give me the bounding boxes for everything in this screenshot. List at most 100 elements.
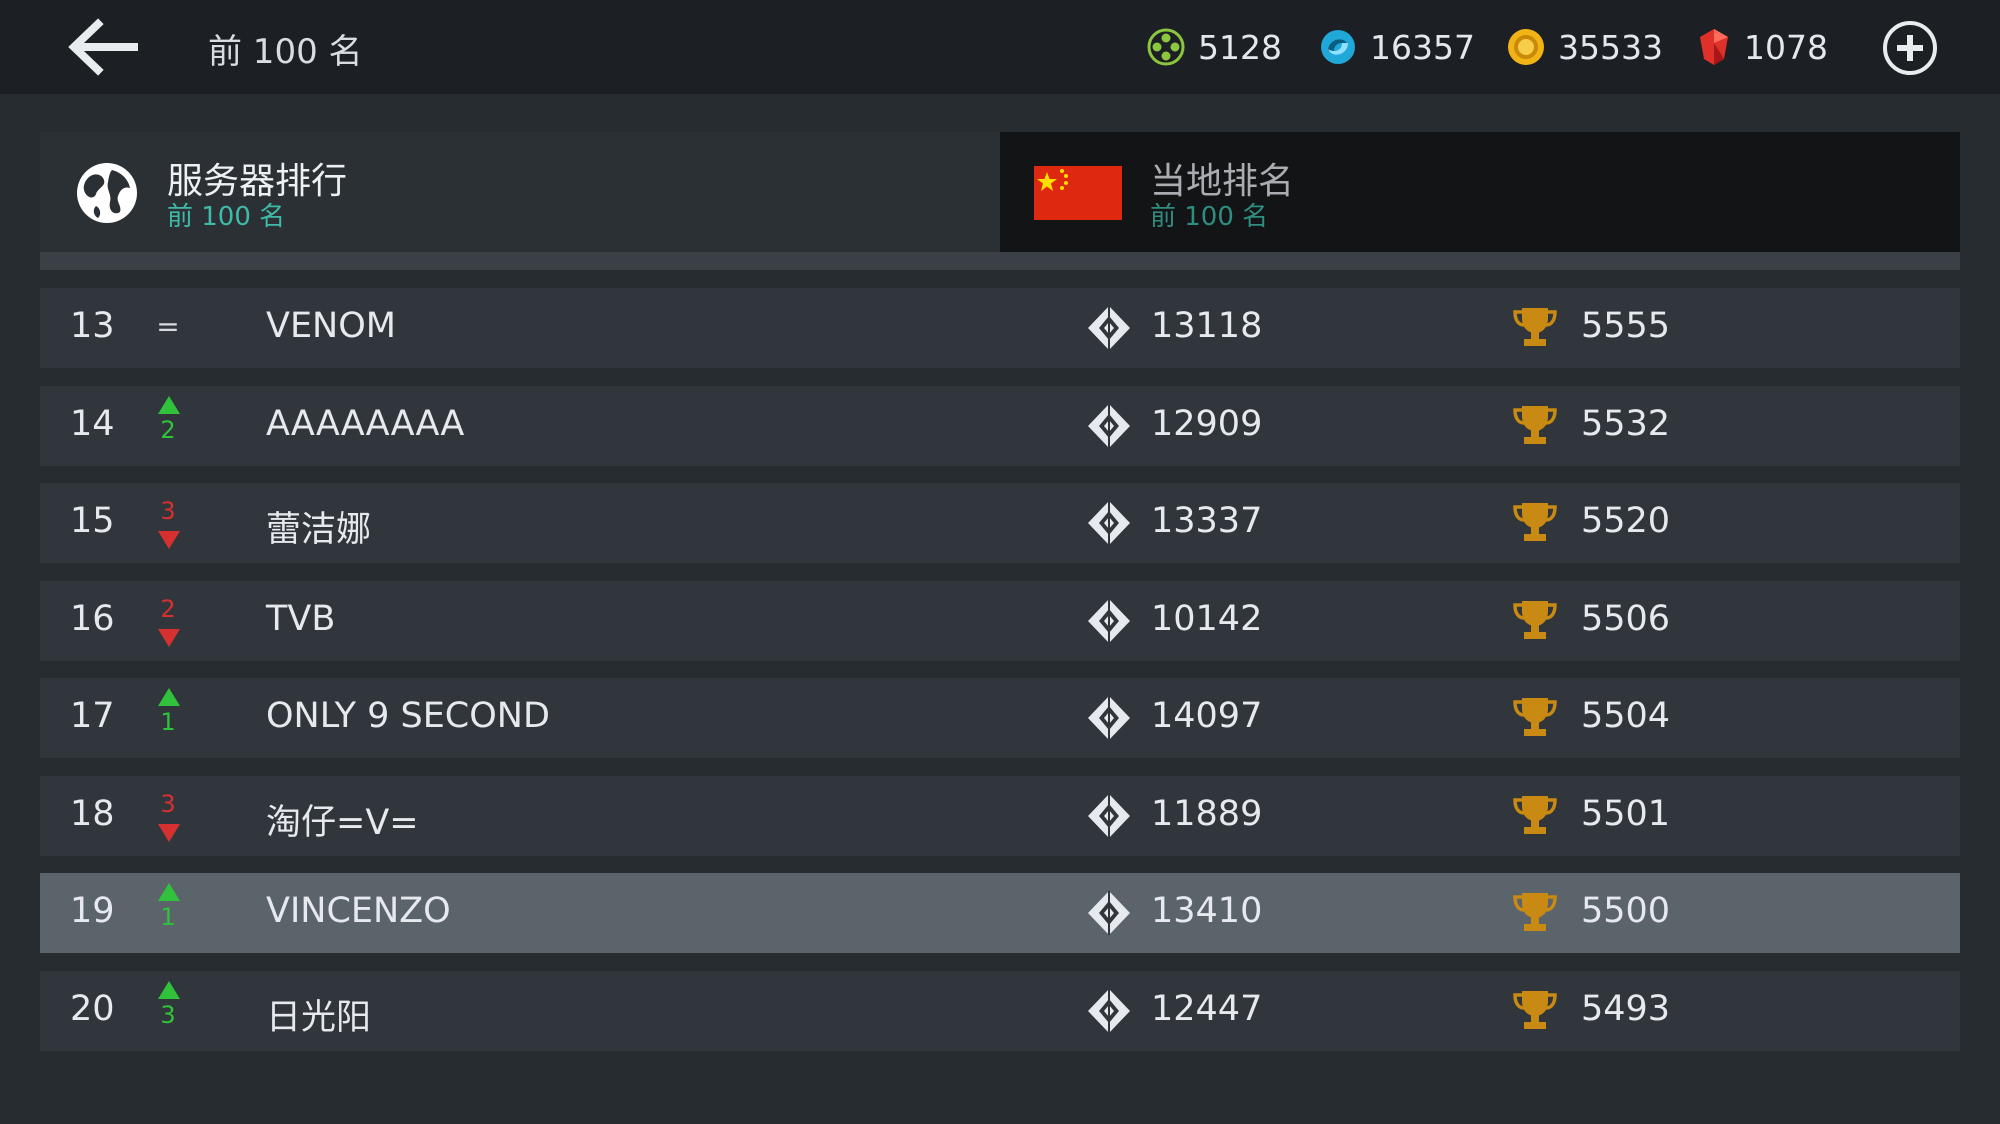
- rating-diamond-icon: [1086, 402, 1132, 450]
- rank-change: 2: [138, 581, 198, 661]
- table-row-current-player[interactable]: 19 1 VINCENZO 13410 5500: [40, 873, 1960, 953]
- table-row[interactable]: 20 3 日光阳 12447 5493: [40, 970, 1960, 1051]
- china-flag-icon: [1034, 166, 1122, 220]
- rank-change: 3: [138, 776, 198, 856]
- rating-diamond-icon: [1086, 987, 1132, 1035]
- table-row[interactable]: 16 2 TVB 10142 5506: [40, 580, 1960, 661]
- player-rating: 11889: [1151, 793, 1263, 834]
- player-name: VENOM: [266, 306, 396, 346]
- resource-value: 5128: [1198, 27, 1282, 67]
- rank-number: 15: [70, 501, 115, 541]
- globe-icon: [77, 163, 137, 223]
- rank-change-label: 3: [160, 1000, 176, 1029]
- resource-blue-swirl: 16357: [1318, 24, 1475, 70]
- player-trophies: 5493: [1581, 988, 1671, 1029]
- red-gem-icon: [1700, 29, 1728, 65]
- player-rating: 13410: [1151, 891, 1263, 931]
- tab-divider: [40, 252, 1960, 270]
- player-trophies: 5520: [1581, 501, 1671, 541]
- resource-value: 35533: [1558, 27, 1663, 67]
- ranking-list[interactable]: 13 = VENOM 13118 5555 14 2 AAAAAAAA 12909 5532 15 3…: [40, 288, 1960, 1068]
- green-token-icon: [1147, 28, 1185, 66]
- rank-change: 1: [138, 873, 198, 953]
- back-arrow-icon[interactable]: [64, 18, 142, 76]
- rank-down-arrow-icon: [158, 531, 180, 549]
- player-rating: 14097: [1151, 696, 1263, 736]
- rank-number: 13: [70, 306, 115, 346]
- table-row[interactable]: 13 = VENOM 13118 5555: [40, 288, 1960, 368]
- table-row[interactable]: 14 2 AAAAAAAA 12909 5532: [40, 385, 1960, 466]
- tab-subtitle: 前 100 名: [1150, 202, 1269, 232]
- rank-number: 16: [70, 598, 115, 639]
- player-rating: 10142: [1151, 598, 1263, 639]
- plus-circle-icon[interactable]: [1882, 20, 1938, 76]
- player-name: 蕾洁娜: [266, 510, 372, 550]
- page-title: 前 100 名: [208, 32, 363, 72]
- tab-local-ranking[interactable]: 当地排名 前 100 名: [1000, 132, 1960, 252]
- rank-number: 20: [70, 988, 115, 1029]
- player-rating: 13118: [1151, 306, 1263, 346]
- player-name: ONLY 9 SECOND: [266, 696, 550, 736]
- rank-down-arrow-icon: [158, 823, 180, 842]
- tab-server-ranking[interactable]: 服务器排行 前 100 名: [40, 132, 1000, 252]
- rank-number: 18: [70, 793, 115, 834]
- player-rating: 12909: [1151, 403, 1263, 444]
- table-row[interactable]: 18 3 淘仔=V= 11889 5501: [40, 775, 1960, 856]
- player-name: TVB: [266, 598, 336, 639]
- rank-number: 17: [70, 696, 115, 736]
- rank-change-label: 1: [160, 708, 176, 736]
- table-row[interactable]: 15 3 蕾洁娜 13337 5520: [40, 483, 1960, 563]
- resource-value: 1078: [1744, 27, 1828, 67]
- player-trophies: 5555: [1581, 306, 1671, 346]
- rank-change: 3: [138, 483, 198, 563]
- player-rating: 13337: [1151, 501, 1263, 541]
- rating-diamond-icon: [1086, 694, 1132, 742]
- gold-coin-icon: [1508, 29, 1544, 65]
- rank-change-label: 3: [160, 497, 176, 525]
- rank-number: 14: [70, 403, 115, 444]
- rank-number: 19: [70, 891, 115, 931]
- rank-up-arrow-icon: [158, 395, 180, 414]
- top-bar: 前 100 名 5128 16357 35533 1078: [0, 0, 2000, 94]
- rating-diamond-icon: [1086, 597, 1132, 645]
- player-trophies: 5532: [1581, 403, 1671, 444]
- rank-change: 2: [138, 386, 198, 466]
- player-name: 淘仔=V=: [266, 802, 419, 843]
- rank-up-arrow-icon: [158, 688, 180, 706]
- resource-gold-coin: 35533: [1506, 24, 1663, 70]
- trophy-icon: [1512, 501, 1558, 543]
- rating-diamond-icon: [1086, 792, 1132, 840]
- player-trophies: 5500: [1581, 891, 1671, 931]
- rank-change: 1: [138, 678, 198, 758]
- rank-change: 3: [138, 971, 198, 1051]
- rank-down-arrow-icon: [158, 628, 180, 647]
- rank-up-arrow-icon: [158, 980, 180, 999]
- rank-up-arrow-icon: [158, 883, 180, 901]
- rating-diamond-icon: [1086, 889, 1132, 937]
- trophy-icon: [1512, 599, 1558, 641]
- player-trophies: 5504: [1581, 696, 1671, 736]
- player-trophies: 5501: [1581, 793, 1671, 834]
- tab-subtitle: 前 100 名: [167, 202, 286, 232]
- rating-diamond-icon: [1086, 499, 1132, 547]
- table-row[interactable]: 17 1 ONLY 9 SECOND 14097 5504: [40, 678, 1960, 758]
- resource-red-gem: 1078: [1696, 24, 1828, 70]
- trophy-icon: [1512, 891, 1558, 933]
- player-name: AAAAAAAA: [266, 403, 465, 444]
- resource-green-token: 5128: [1146, 24, 1282, 70]
- trophy-icon: [1512, 696, 1558, 738]
- rank-change: =: [138, 288, 198, 368]
- rank-change-label: 2: [160, 415, 176, 444]
- rank-change-label: 1: [160, 903, 176, 931]
- trophy-icon: [1512, 989, 1558, 1031]
- rank-change-label: =: [156, 310, 180, 343]
- rating-diamond-icon: [1086, 304, 1132, 352]
- trophy-icon: [1512, 404, 1558, 446]
- blue-swirl-icon: [1321, 30, 1355, 64]
- player-name: VINCENZO: [266, 891, 451, 931]
- trophy-icon: [1512, 306, 1558, 348]
- resource-value: 16357: [1370, 27, 1475, 67]
- ranking-tabs: 服务器排行 前 100 名 当地排名 前 100 名: [40, 132, 1960, 252]
- player-rating: 12447: [1151, 988, 1263, 1029]
- trophy-icon: [1512, 794, 1558, 836]
